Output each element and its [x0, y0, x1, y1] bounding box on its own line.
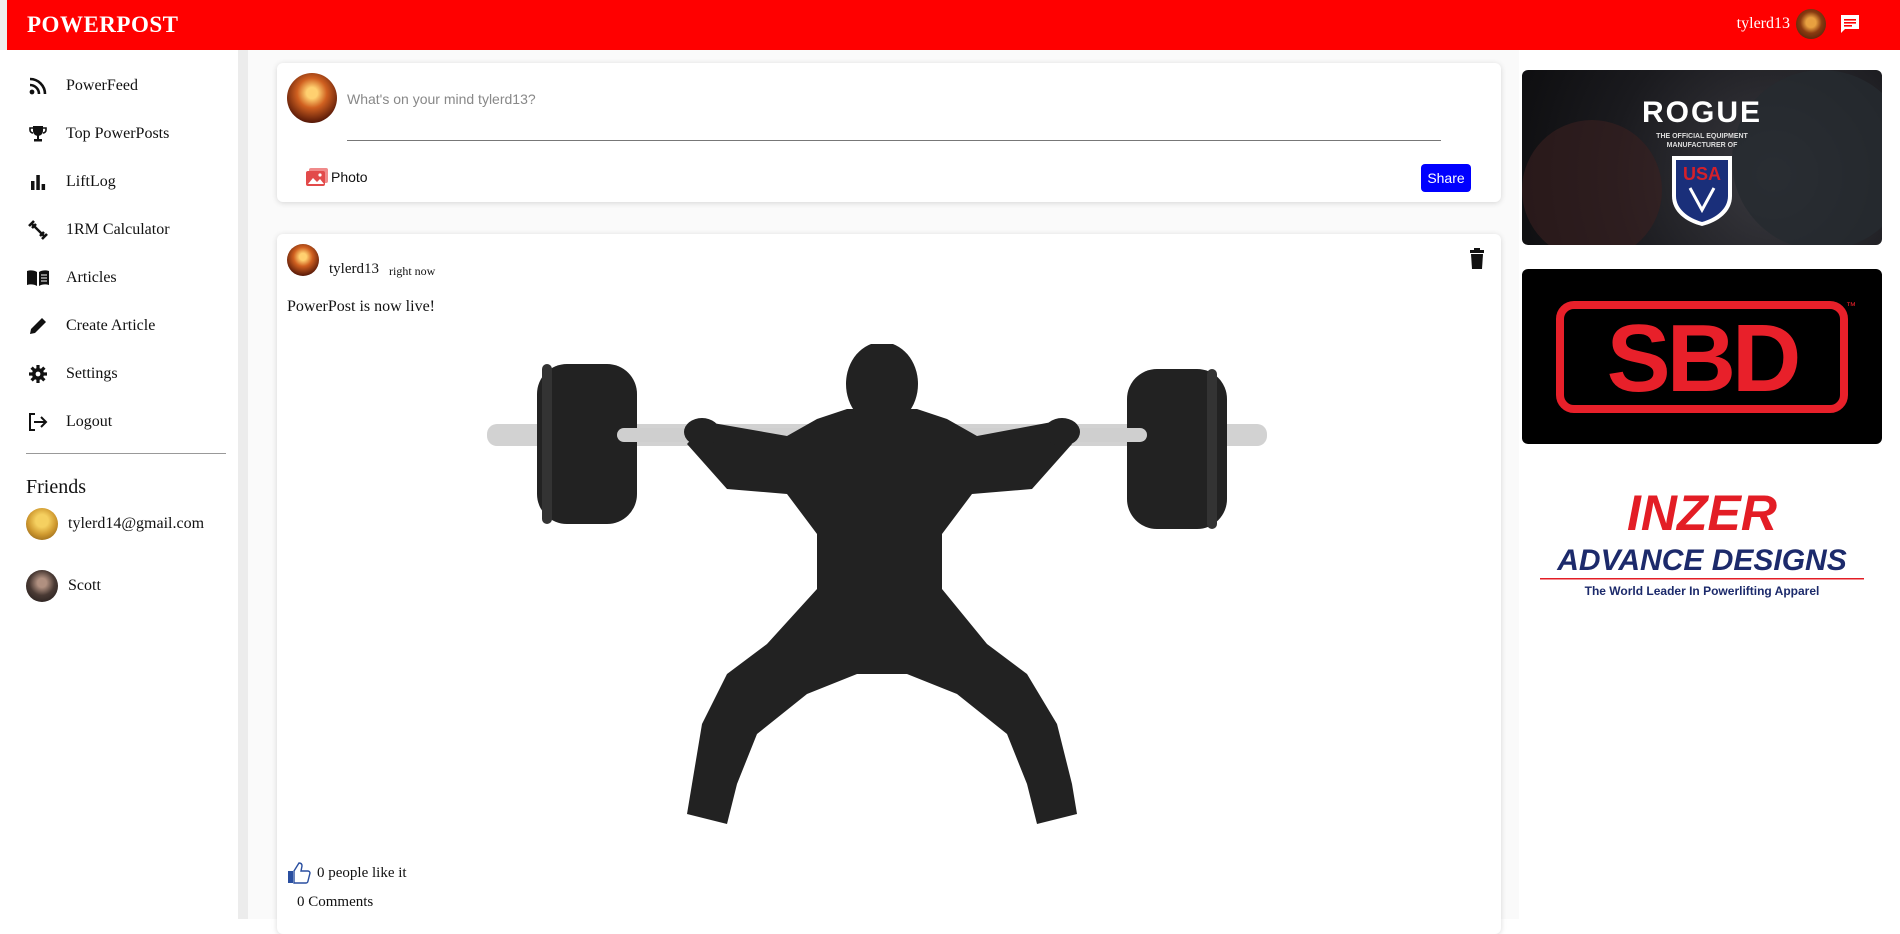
photo-button[interactable]: Photo	[305, 167, 368, 187]
dumbbell-icon	[26, 218, 50, 242]
comments-link[interactable]: 0 Comments	[297, 894, 373, 911]
sidebar-item-label: Create Article	[66, 317, 156, 334]
sidebar-item-label: Top PowerPosts	[66, 125, 170, 142]
ad-inzer-brand: INZER	[1627, 490, 1777, 541]
post-image-squat-silhouette[interactable]	[487, 344, 1267, 844]
ad-sbd-brand: SBD	[1607, 305, 1798, 412]
avatar	[287, 73, 337, 123]
photo-icon	[306, 168, 328, 186]
ad-sbd[interactable]: SBD ™	[1522, 269, 1882, 444]
book-icon	[26, 266, 50, 290]
ad-sbd-tm: ™	[1846, 301, 1856, 312]
sidebar-item-liftlog[interactable]: LiftLog	[26, 170, 116, 194]
photo-label: Photo	[331, 169, 368, 185]
top-bar: POWERPOST tylerd13	[0, 0, 1900, 50]
ad-inzer[interactable]: INZER ADVANCE DESIGNS The World Leader I…	[1522, 485, 1882, 610]
bar-chart-icon	[26, 170, 50, 194]
brand-logo[interactable]: POWERPOST	[27, 12, 178, 38]
ad-rogue-brand: ROGUE	[1642, 96, 1762, 129]
pencil-icon	[26, 314, 50, 338]
friends-heading: Friends	[26, 476, 86, 498]
sidebar-divider	[26, 453, 226, 454]
post-composer: Photo Share	[277, 63, 1501, 202]
trophy-icon	[26, 122, 50, 146]
sidebar: PowerFeed Top PowerPosts LiftLog 1RM Cal…	[0, 50, 248, 919]
share-button[interactable]: Share	[1421, 164, 1471, 192]
avatar	[26, 570, 58, 602]
avatar[interactable]	[287, 244, 319, 276]
ad-rogue[interactable]: ROGUE THE OFFICIAL EQUIPMENT MANUFACTURE…	[1522, 70, 1882, 245]
top-username[interactable]: tylerd13	[1737, 15, 1790, 33]
friend-name: tylerd14@gmail.com	[68, 515, 205, 532]
like-button[interactable]: 0 people like it	[287, 862, 407, 884]
ad-rogue-line2: MANUFACTURER OF	[1667, 142, 1738, 149]
friend-item[interactable]: tylerd14@gmail.com	[26, 508, 204, 540]
sidebar-item-logout[interactable]: Logout	[26, 410, 112, 434]
sidebar-item-label: LiftLog	[66, 173, 116, 190]
rss-icon	[26, 74, 50, 98]
avatar[interactable]	[1796, 9, 1826, 39]
ad-rogue-badge: USA	[1683, 164, 1721, 184]
top-user-area: tylerd13	[1737, 9, 1862, 39]
friend-item[interactable]: Scott	[26, 570, 101, 602]
sidebar-item-top-powerposts[interactable]: Top PowerPosts	[26, 122, 169, 146]
likes-count: 0 people like it	[317, 864, 407, 881]
trash-icon[interactable]	[1467, 248, 1487, 270]
post-timestamp: right now	[389, 264, 436, 278]
ad-inzer-tagline: The World Leader In Powerlifting Apparel	[1585, 584, 1820, 598]
post-username[interactable]: tylerd13	[329, 261, 379, 278]
post-card: tylerd13 right now PowerPost is now live…	[277, 234, 1501, 934]
sidebar-item-1rm-calculator[interactable]: 1RM Calculator	[26, 218, 170, 242]
chat-icon[interactable]	[1838, 12, 1862, 36]
sidebar-item-create-article[interactable]: Create Article	[26, 314, 155, 338]
sidebar-item-articles[interactable]: Articles	[26, 266, 117, 290]
sidebar-item-powerfeed[interactable]: PowerFeed	[26, 74, 138, 98]
post-text: PowerPost is now live!	[287, 298, 435, 315]
gear-icon	[26, 362, 50, 386]
friend-name: Scott	[68, 577, 101, 594]
sidebar-item-label: Articles	[66, 269, 117, 286]
avatar	[26, 508, 58, 540]
thumbs-up-icon	[288, 862, 311, 884]
sidebar-item-label: Logout	[66, 413, 113, 430]
ad-rogue-line1: THE OFFICIAL EQUIPMENT	[1656, 133, 1748, 140]
sidebar-item-settings[interactable]: Settings	[26, 362, 118, 386]
sidebar-item-label: PowerFeed	[66, 77, 138, 94]
post-input[interactable]	[347, 83, 1441, 141]
sidebar-item-label: Settings	[66, 365, 118, 382]
sidebar-item-label: 1RM Calculator	[66, 221, 170, 238]
logout-icon	[26, 410, 50, 434]
ad-inzer-sub: ADVANCE DESIGNS	[1556, 544, 1846, 577]
